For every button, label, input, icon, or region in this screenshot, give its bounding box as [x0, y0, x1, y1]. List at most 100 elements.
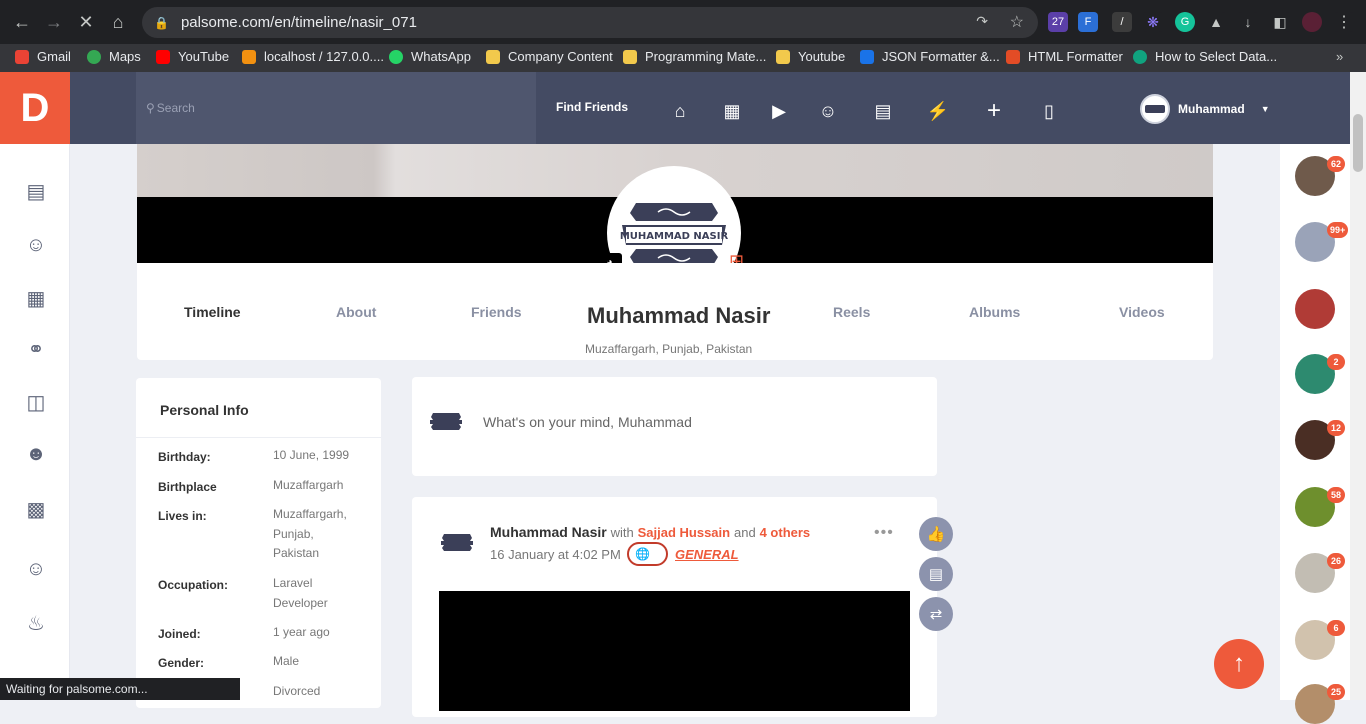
profile-header-card: Timeline About Friends Muhammad Nasir Mu…: [137, 263, 1213, 360]
whatsapp-icon: [389, 49, 403, 64]
profile-name: Muhammad Nasir: [587, 303, 771, 328]
bookmark-json-formatter[interactable]: JSON Formatter &...: [860, 49, 1000, 64]
comment-icon[interactable]: ▤: [919, 557, 953, 591]
sidepanel-icon[interactable]: ◧: [1270, 12, 1290, 32]
share-icon[interactable]: ⇄: [919, 597, 953, 631]
profile-icon[interactable]: [1302, 12, 1322, 32]
grammarly-icon[interactable]: G: [1175, 12, 1195, 32]
chat-cards-icon[interactable]: ▤: [871, 99, 895, 123]
extension-icon[interactable]: /: [1112, 12, 1132, 32]
post-date[interactable]: 16 January at 4:02 PM: [490, 547, 621, 562]
privacy-toggle[interactable]: 🌐: [627, 542, 668, 566]
newsfeed-icon[interactable]: ▤: [23, 178, 49, 204]
search-icon: ⚲: [146, 101, 155, 115]
share-icon[interactable]: ↷: [976, 13, 988, 30]
notification-badge: 26: [1327, 553, 1345, 569]
more-bookmarks-icon[interactable]: »: [1336, 49, 1343, 64]
home-icon[interactable]: ⌂: [107, 11, 129, 33]
lock-icon: 🔒: [154, 15, 169, 30]
bookmark-company-content[interactable]: Company Content: [486, 49, 613, 64]
info-value: 10 June, 1999: [273, 448, 350, 462]
site-logo[interactable]: D: [0, 72, 70, 144]
tab-reels[interactable]: Reels: [833, 304, 870, 320]
bookmark-programming[interactable]: Programming Mate...: [623, 49, 766, 64]
notification-badge: 25: [1327, 684, 1345, 700]
notification-badge: 2: [1327, 354, 1345, 370]
folder-icon: [486, 49, 500, 64]
youtube-icon: [156, 49, 170, 64]
tab-about[interactable]: About: [336, 304, 376, 320]
globe-icon: 🌐: [635, 547, 650, 561]
find-friends-link[interactable]: Find Friends: [556, 100, 628, 114]
folder-icon: [623, 49, 637, 64]
user-menu[interactable]: Muhammad ▼: [1140, 94, 1270, 124]
browser-toolbar: ← → ✕ ⌂ 🔒 palsome.com/en/timeline/nasir_…: [0, 0, 1366, 44]
home-icon[interactable]: ⌂: [668, 99, 692, 123]
tab-videos[interactable]: Videos: [1119, 304, 1165, 320]
blog-icon[interactable]: ▩: [23, 496, 49, 522]
calendar-icon[interactable]: ◫: [23, 389, 49, 415]
bookmark-whatsapp[interactable]: WhatsApp: [389, 49, 471, 64]
post-composer[interactable]: What's on your mind, Muhammad: [412, 377, 937, 476]
sticker-icon[interactable]: ☺: [23, 232, 49, 258]
notification-badge: 12: [1327, 420, 1345, 436]
post-author-link[interactable]: Muhammad Nasir: [490, 524, 607, 540]
notification-badge: 6: [1327, 620, 1345, 636]
post-card: Muhammad Nasir with Sajjad Hussain and 4…: [412, 497, 937, 717]
tab-timeline[interactable]: Timeline: [184, 304, 241, 320]
bell-icon[interactable]: ♨: [23, 610, 49, 636]
tab-albums[interactable]: Albums: [969, 304, 1020, 320]
store-icon[interactable]: ▦: [720, 99, 744, 123]
stop-loading-icon[interactable]: ✕: [75, 11, 97, 33]
smile-icon[interactable]: ☺: [816, 99, 840, 123]
bookmark-youtube[interactable]: YouTube: [156, 49, 229, 64]
marketplace-icon[interactable]: ▦: [23, 285, 49, 311]
face-icon[interactable]: ☺: [23, 556, 49, 582]
avatar[interactable]: [439, 530, 475, 554]
checkbox-icon: [860, 49, 874, 64]
tab-friends[interactable]: Friends: [471, 304, 522, 320]
extension-icon[interactable]: 27: [1048, 12, 1068, 32]
groups-icon[interactable]: ☻: [23, 441, 49, 467]
bookmark-how-to-select[interactable]: How to Select Data...: [1133, 49, 1277, 64]
address-bar[interactable]: 🔒 palsome.com/en/timeline/nasir_071 ↷ ☆: [142, 7, 1038, 38]
others-link[interactable]: 4 others: [760, 525, 811, 540]
back-icon[interactable]: ←: [11, 11, 33, 33]
extension-icon[interactable]: F: [1078, 12, 1098, 32]
download-icon[interactable]: ↓: [1238, 12, 1258, 32]
chevron-down-icon: ▼: [1260, 104, 1270, 114]
search-input[interactable]: ⚲ Search: [136, 72, 536, 144]
scroll-to-top-button[interactable]: ↑: [1214, 639, 1264, 689]
post-video[interactable]: [439, 591, 910, 711]
composer-placeholder[interactable]: What's on your mind, Muhammad: [483, 414, 692, 430]
more-options-icon[interactable]: •••: [874, 524, 894, 542]
info-label: Occupation:: [158, 578, 229, 592]
post-category-link[interactable]: GENERAL: [675, 547, 739, 562]
avatar: [1140, 94, 1170, 124]
bookmark-localhost[interactable]: localhost / 127.0.0....: [242, 49, 384, 64]
extension-icon[interactable]: ❋: [1143, 12, 1163, 32]
tagged-user-link[interactable]: Sajjad Hussain: [638, 525, 730, 540]
bookmark-youtube-folder[interactable]: Youtube: [776, 49, 845, 64]
like-icon[interactable]: 👍: [919, 517, 953, 551]
mosque-icon[interactable]: ⚭: [23, 336, 49, 362]
lightning-icon[interactable]: ⚡: [926, 99, 950, 123]
info-label: Birthplace: [158, 480, 217, 494]
post-header: Muhammad Nasir with Sajjad Hussain and 4…: [490, 524, 810, 540]
play-icon[interactable]: ▶: [767, 99, 791, 123]
puzzle-icon[interactable]: ▲: [1206, 12, 1226, 32]
bookmark-maps[interactable]: Maps: [87, 49, 141, 64]
friend-avatar[interactable]: [1295, 289, 1335, 329]
plus-icon[interactable]: +: [982, 97, 1006, 124]
menu-icon[interactable]: ⋮: [1334, 12, 1354, 32]
message-icon[interactable]: ▯: [1037, 99, 1061, 123]
scrollbar[interactable]: [1350, 72, 1366, 700]
scroll-thumb[interactable]: [1353, 114, 1363, 172]
notification-badge: 58: [1327, 487, 1345, 503]
forward-icon[interactable]: →: [43, 11, 65, 33]
bookmark-html-formatter[interactable]: HTML Formatter: [1006, 49, 1123, 64]
info-value: 1 year ago: [273, 625, 330, 639]
bookmark-star-icon[interactable]: ☆: [1010, 12, 1024, 32]
bookmark-gmail[interactable]: Gmail: [15, 49, 71, 64]
profile-location: Muzaffargarh, Punjab, Pakistan: [585, 342, 753, 356]
